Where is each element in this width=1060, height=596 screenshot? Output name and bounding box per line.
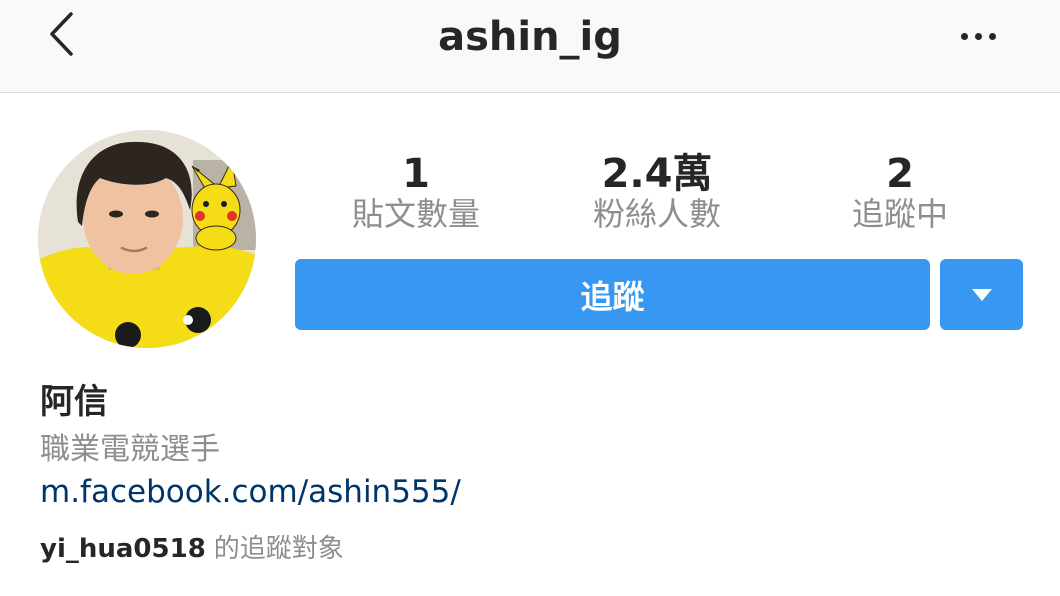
followers-label: 粉絲人數	[592, 195, 721, 233]
avatar-image	[38, 130, 256, 348]
posts-count: 1	[402, 151, 430, 197]
profile-full-name: 阿信	[40, 382, 108, 422]
followers-stat[interactable]: 2.4萬 粉絲人數	[557, 150, 757, 234]
following-label: 追蹤中	[851, 195, 948, 233]
followers-count: 2.4萬	[601, 151, 713, 197]
suggested-accounts-dropdown-button[interactable]	[940, 259, 1023, 330]
follow-button[interactable]: 追蹤	[295, 259, 930, 330]
followed-by-line: yi_hua0518 的追蹤對象	[40, 528, 344, 565]
following-stat[interactable]: 2 追蹤中	[800, 150, 1000, 234]
profile-avatar[interactable]	[38, 130, 256, 348]
profile-bio-text: 職業電競選手	[40, 432, 220, 467]
top-navigation-bar: ashin_ig	[0, 0, 1060, 93]
followed-by-suffix: 的追蹤對象	[213, 534, 344, 564]
triangle-down-icon	[971, 288, 992, 301]
more-dot	[988, 32, 996, 40]
more-options-button[interactable]	[950, 18, 1006, 54]
profile-username-title: ashin_ig	[438, 14, 622, 60]
following-count: 2	[886, 151, 914, 197]
more-dot	[974, 32, 982, 40]
posts-label: 貼文數量	[351, 195, 480, 233]
profile-website-link[interactable]: m.facebook.com/ashin555/	[40, 474, 461, 510]
followed-by-username[interactable]: yi_hua0518	[40, 534, 206, 564]
posts-stat: 1 貼文數量	[316, 150, 516, 234]
more-horizontal-icon	[960, 32, 968, 40]
